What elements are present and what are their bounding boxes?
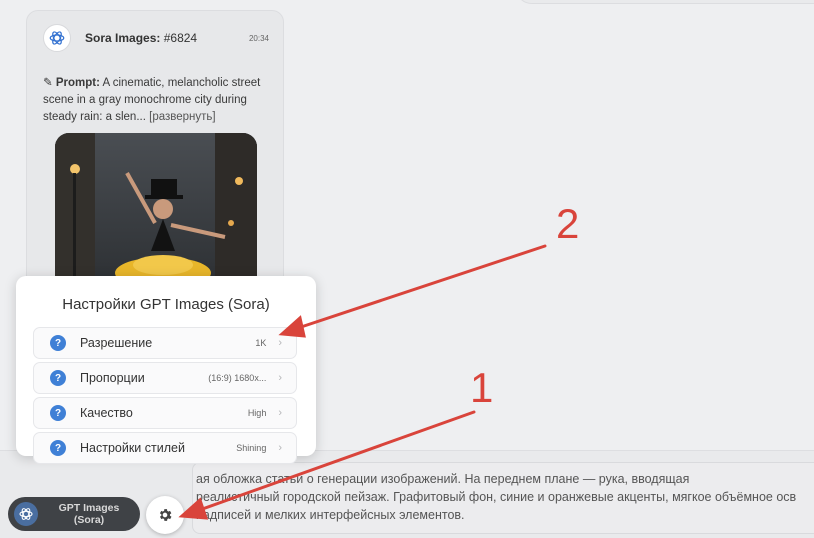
setting-row-quality[interactable]: ? Качество High › [33,397,297,429]
message-time: 20:34 [248,33,269,43]
chat-message-card: Sora Images: #6824 20:34 ✎ Prompt: A cin… [26,10,284,310]
annotation-number-2: 2 [556,200,580,247]
openai-logo-icon [43,24,71,52]
setting-value: (16:9) 1680x... [208,373,267,383]
prompt-input-text: ая обложка статьи о генерации изображени… [196,470,814,524]
chevron-right-icon: › [278,337,282,349]
setting-row-aspect-ratio[interactable]: ? Пропорции (16:9) 1680x... › [33,362,297,394]
message-title-text: Sora Images: [85,31,161,45]
setting-value: Shining [236,443,267,453]
setting-row-resolution[interactable]: ? Разрешение 1K › [33,327,297,359]
setting-row-styles[interactable]: ? Настройки стилей Shining › [33,432,297,464]
setting-label: Качество [80,406,133,420]
settings-popup: Настройки GPT Images (Sora) ? Разрешение… [16,276,316,464]
prompt-input-line-2: реалистичный городской пейзаж. Графитовы… [196,490,797,504]
model-selector-label: GPT Images (Sora) [38,502,140,526]
prompt-input-line-1: ая обложка статьи о генерации изображени… [196,472,690,486]
openai-logo-icon [14,502,38,526]
popup-title: Настройки GPT Images (Sora) [62,296,270,313]
settings-list: ? Разрешение 1K › ? Пропорции (16:9) 168… [33,327,297,467]
model-selector-button[interactable]: GPT Images (Sora) [8,497,140,531]
message-header: Sora Images: #6824 20:34 [43,23,269,53]
expand-link[interactable]: [развернуть] [149,111,215,123]
gear-icon [159,509,172,521]
chevron-right-icon: › [278,442,282,454]
annotation-number-1: 1 [470,364,494,411]
top-bar [515,0,814,4]
setting-label: Разрешение [80,336,153,350]
model-variant: (Sora) [73,514,105,526]
prompt-label: Prompt [55,77,97,89]
help-icon[interactable]: ? [50,405,66,421]
settings-button[interactable] [146,496,184,534]
message-title: Sora Images: #6824 [85,31,197,45]
chevron-right-icon: › [278,372,282,384]
help-icon[interactable]: ? [50,335,66,351]
pencil-icon: ✎ [43,77,53,89]
setting-value: High [247,408,267,418]
prompt-block: ✎ Prompt: A cinematic, melancholic stree… [43,77,261,123]
message-number: #6824 [163,31,198,45]
chevron-right-icon: › [278,407,282,419]
model-name: GPT Images [58,502,120,514]
help-icon[interactable]: ? [50,440,66,456]
setting-label: Настройки стилей [80,441,185,455]
setting-label: Пропорции [80,371,145,385]
help-icon[interactable]: ? [50,370,66,386]
prompt-input-line-3: надписей и мелких интерфейсных элементов… [196,508,465,522]
setting-value: 1K [255,338,267,348]
